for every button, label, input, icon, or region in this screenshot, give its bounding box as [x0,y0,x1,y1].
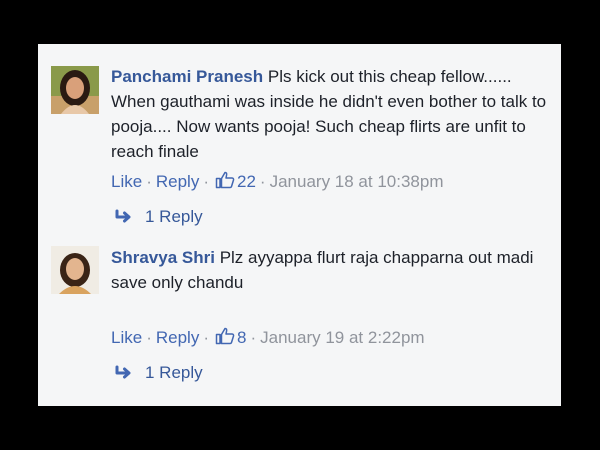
comment-body: Panchami Pranesh Pls kick out this cheap… [111,64,551,164]
comment-actions: Like · Reply · 8 · January 19 at 2:22pm [111,327,425,348]
thumbs-up-icon[interactable] [215,171,235,189]
reply-button[interactable]: Reply [156,328,199,347]
separator: · [146,172,152,191]
replies-label[interactable]: 1 Reply [145,363,203,382]
avatar[interactable] [51,246,99,294]
comment-actions: Like · Reply · 22 · January 18 at 10:38pm [111,171,444,192]
thumbs-up-icon[interactable] [215,327,235,345]
timestamp[interactable]: January 19 at 2:22pm [260,328,424,347]
like-button[interactable]: Like [111,328,142,347]
like-count[interactable]: 22 [237,172,256,191]
cut-off-fragment: . [178,44,182,48]
comment-text: save only chandu [111,273,244,292]
comment-author[interactable]: Panchami Pranesh [111,67,263,86]
separator: · [203,328,209,347]
comment-panel: . Panchami Pranesh Pls kick out this che… [38,44,561,406]
comment-author[interactable]: Shravya Shri [111,248,215,267]
view-replies-link[interactable]: 1 Reply [115,363,203,383]
timestamp[interactable]: January 18 at 10:38pm [270,172,444,191]
reply-button[interactable]: Reply [156,172,199,191]
view-replies-link[interactable]: 1 Reply [115,207,203,227]
replies-label[interactable]: 1 Reply [145,207,203,226]
comment-text: Plz ayyappa flurt raja chapparna out mad… [219,248,534,267]
avatar[interactable] [51,66,99,114]
separator: · [146,328,152,347]
separator: · [250,328,257,347]
like-button[interactable]: Like [111,172,142,191]
comment-body: Shravya Shri Plz ayyappa flurt raja chap… [111,245,551,295]
separator: · [259,172,266,191]
reply-arrow-icon [115,208,135,223]
separator: · [203,172,209,191]
reply-arrow-icon [115,364,135,379]
